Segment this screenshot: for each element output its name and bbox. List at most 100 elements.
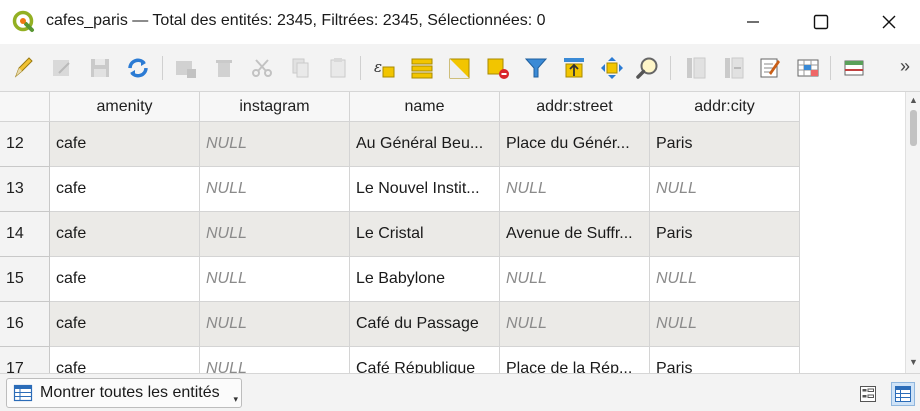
close-icon [882, 15, 896, 29]
pan-to-selection-button[interactable] [598, 54, 626, 82]
save-edits-icon [91, 59, 109, 77]
row-header[interactable]: 12 [0, 122, 50, 167]
scroll-up-icon[interactable]: ▲ [909, 95, 918, 105]
table-view-button[interactable] [891, 382, 915, 406]
row-header[interactable]: 15 [0, 257, 50, 302]
table-cell[interactable]: Paris [650, 347, 800, 373]
table-corner[interactable] [0, 92, 50, 122]
table-cell[interactable]: cafe [50, 167, 200, 212]
table-cell[interactable]: cafe [50, 212, 200, 257]
minimize-button[interactable] [730, 0, 776, 44]
column-header-addr-street[interactable]: addr:street [500, 92, 650, 122]
delete-feature-button[interactable] [210, 54, 238, 82]
toolbar-overflow-button[interactable]: » [900, 56, 910, 77]
table-cell[interactable]: NULL [650, 257, 800, 302]
scroll-down-icon[interactable]: ▼ [909, 357, 918, 367]
invert-selection-icon [449, 58, 470, 79]
conditional-formatting-icon [797, 59, 819, 77]
toolbar-separator [162, 56, 163, 80]
table-cell[interactable]: NULL [500, 167, 650, 212]
table-view-icon [895, 386, 911, 402]
deselect-all-icon [487, 58, 509, 79]
dock-button[interactable] [840, 54, 868, 82]
select-all-icon [411, 58, 433, 79]
reload-button[interactable] [124, 54, 152, 82]
table-cell[interactable]: NULL [200, 212, 350, 257]
save-edits-button[interactable] [86, 54, 114, 82]
vertical-scrollbar[interactable]: ▲ ▼ [905, 92, 920, 373]
maximize-button[interactable] [798, 0, 844, 44]
delete-field-button[interactable] [720, 54, 748, 82]
multi-edit-icon [53, 60, 70, 76]
field-calculator-button[interactable] [756, 54, 784, 82]
table-cell[interactable]: Avenue de Suffr... [500, 212, 650, 257]
zoom-to-selection-button[interactable] [634, 54, 662, 82]
dock-icon [844, 60, 864, 76]
table-cell[interactable]: cafe [50, 347, 200, 373]
move-selection-top-button[interactable] [560, 54, 588, 82]
table-cell[interactable]: Café République [350, 347, 500, 373]
close-button[interactable] [866, 0, 912, 44]
table-cell[interactable]: cafe [50, 302, 200, 347]
column-header-amenity[interactable]: amenity [50, 92, 200, 122]
new-field-button[interactable] [682, 54, 710, 82]
select-all-button[interactable] [408, 54, 436, 82]
row-header[interactable]: 14 [0, 212, 50, 257]
filter-button[interactable] [522, 54, 550, 82]
table-cell[interactable]: Paris [650, 212, 800, 257]
row-header[interactable]: 17 [0, 347, 50, 373]
table-cell[interactable]: Place de la Rép... [500, 347, 650, 373]
filter-icon [524, 58, 548, 78]
multi-edit-button[interactable] [48, 54, 76, 82]
cut-icon [252, 59, 272, 77]
status-bar: Montrer toutes les entités ▾ [0, 373, 920, 411]
table-cell[interactable]: NULL [650, 167, 800, 212]
row-header[interactable]: 13 [0, 167, 50, 212]
invert-selection-button[interactable] [446, 54, 474, 82]
table-cell[interactable]: NULL [200, 302, 350, 347]
table-cell[interactable]: Le Cristal [350, 212, 500, 257]
column-header-name[interactable]: name [350, 92, 500, 122]
table-cell[interactable]: NULL [200, 347, 350, 373]
feature-filter-dropdown[interactable]: Montrer toutes les entités ▾ [6, 378, 242, 408]
table-cell[interactable]: Paris [650, 122, 800, 167]
table-cell[interactable]: Café du Passage [350, 302, 500, 347]
copy-icon [292, 58, 309, 78]
toolbar-separator [670, 56, 671, 80]
scrollbar-thumb[interactable] [910, 110, 917, 146]
new-field-icon [687, 57, 706, 79]
reload-icon [128, 58, 148, 78]
copy-button[interactable] [286, 54, 314, 82]
conditional-formatting-button[interactable] [794, 54, 822, 82]
table-cell[interactable]: NULL [200, 167, 350, 212]
paste-icon [330, 58, 346, 78]
table-cell[interactable]: NULL [500, 302, 650, 347]
column-header-addr-city[interactable]: addr:city [650, 92, 800, 122]
zoom-to-selection-icon [636, 57, 658, 79]
table-cell[interactable]: Au Général Beu... [350, 122, 500, 167]
chevron-down-icon: ▾ [233, 394, 238, 404]
table-cell[interactable]: cafe [50, 257, 200, 302]
table-cell[interactable]: NULL [650, 302, 800, 347]
toggle-editing-button[interactable] [10, 54, 38, 82]
maximize-icon [813, 14, 829, 30]
column-header-instagram[interactable]: instagram [200, 92, 350, 122]
form-view-button[interactable] [856, 382, 880, 406]
attribute-table: amenity instagram name addr:street addr:… [0, 92, 905, 373]
title-bar: cafes_paris — Total des entités: 2345, F… [0, 0, 920, 44]
cut-button[interactable] [248, 54, 276, 82]
add-feature-icon [176, 61, 196, 78]
deselect-all-button[interactable] [484, 54, 512, 82]
table-cell[interactable]: Le Babylone [350, 257, 500, 302]
table-cell[interactable]: cafe [50, 122, 200, 167]
table-cell[interactable]: NULL [500, 257, 650, 302]
table-cell[interactable]: NULL [200, 122, 350, 167]
table-cell[interactable]: NULL [200, 257, 350, 302]
svg-text:ε: ε [374, 58, 382, 76]
table-cell[interactable]: Place du Génér... [500, 122, 650, 167]
add-feature-button[interactable] [172, 54, 200, 82]
paste-button[interactable] [324, 54, 352, 82]
table-cell[interactable]: Le Nouvel Instit... [350, 167, 500, 212]
row-header[interactable]: 16 [0, 302, 50, 347]
select-by-expression-button[interactable]: ε [370, 54, 398, 82]
